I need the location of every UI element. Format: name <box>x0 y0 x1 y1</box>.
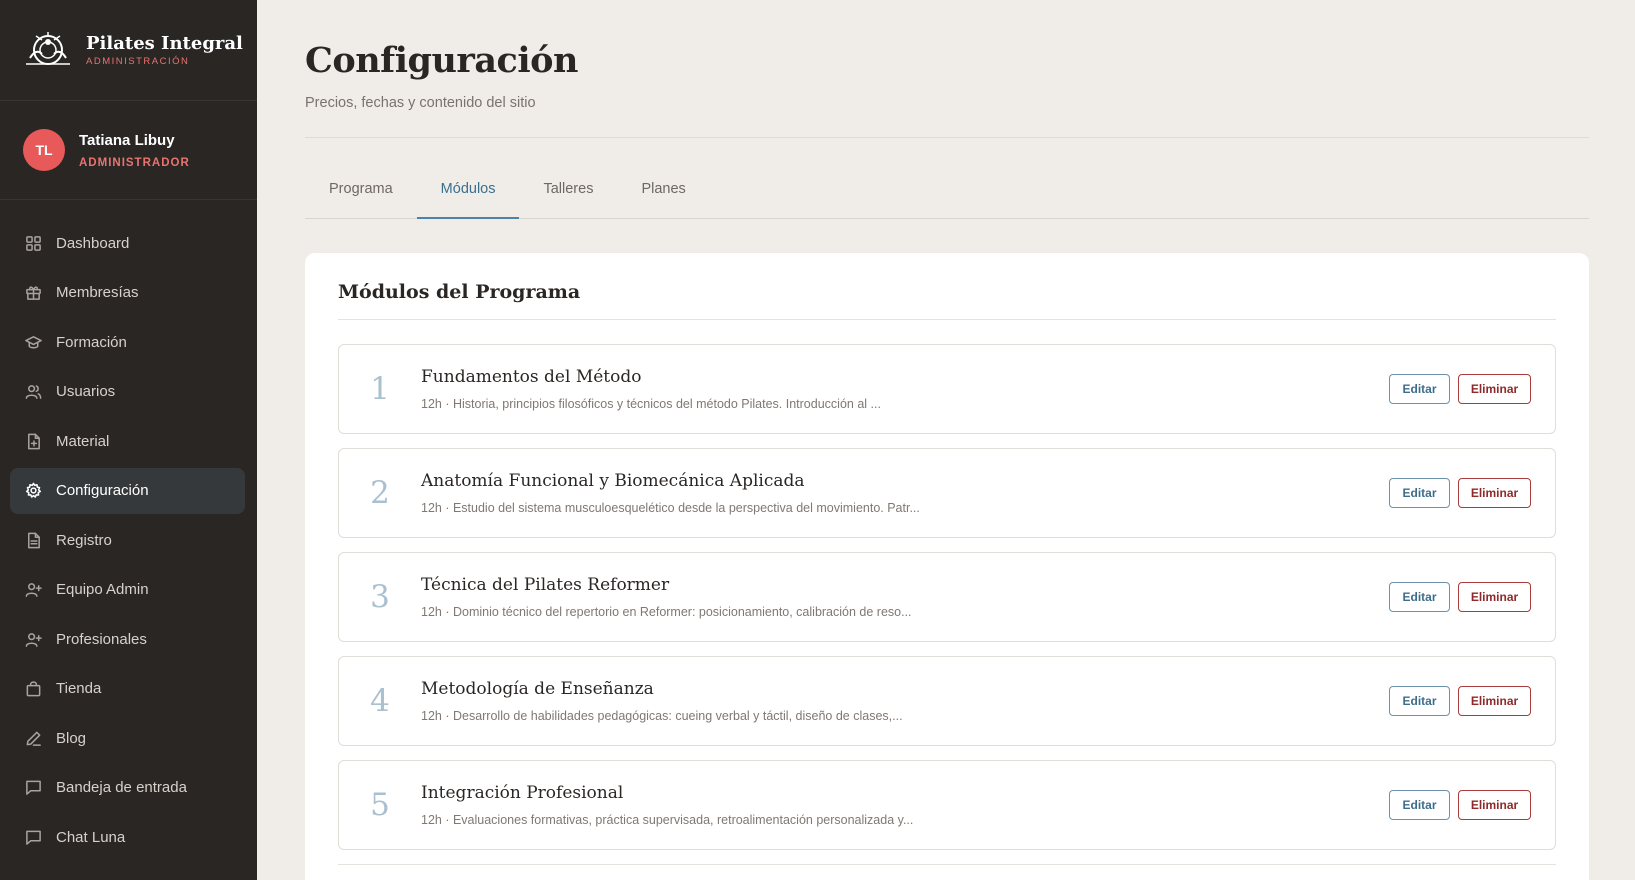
module-title: Fundamentos del Método <box>421 367 642 387</box>
edit-button[interactable]: Editar <box>1389 686 1450 716</box>
sidebar-item-label: Dashboard <box>56 234 130 252</box>
dashboard-icon <box>24 234 42 252</box>
gift-icon <box>24 284 42 302</box>
delete-button[interactable]: Eliminar <box>1458 582 1531 612</box>
list-item: 3 Técnica del Pilates Reformer 12h · Dom… <box>338 552 1556 642</box>
sidebar-item-label: Equipo Admin <box>56 581 149 598</box>
module-description: 12h · Estudio del sistema musculoesquelé… <box>421 501 920 515</box>
tab-talleres[interactable]: Talleres <box>519 175 617 219</box>
users-icon <box>24 383 42 401</box>
module-title: Integración Profesional <box>421 783 624 803</box>
module-title: Anatomía Funcional y Biomecánica Aplicad… <box>421 471 805 491</box>
pencil-icon <box>24 729 42 747</box>
sidebar-item-chat-luna[interactable]: Chat Luna <box>10 814 245 860</box>
avatar: TL <box>23 129 65 171</box>
document-icon <box>24 531 42 549</box>
sidebar-item-label: Registro <box>56 531 112 549</box>
main-content: Configuración Precios, fechas y contenid… <box>305 0 1589 880</box>
sidebar-item-label: Usuarios <box>56 383 116 400</box>
sidebar-nav: Dashboard Membresías Formación Usuarios … <box>0 200 257 860</box>
sidebar-item-usuarios[interactable]: Usuarios <box>10 369 245 415</box>
logo-icon <box>26 32 70 65</box>
module-description: 12h · Desarrollo de habilidades pedagógi… <box>421 709 903 723</box>
brand: Pilates Integral ADMINISTRACIÓN <box>0 0 257 101</box>
list-item: 2 Anatomía Funcional y Biomecánica Aplic… <box>338 448 1556 538</box>
module-number: 5 <box>370 787 390 823</box>
edit-button[interactable]: Editar <box>1389 478 1450 508</box>
user-plus-icon <box>24 581 42 599</box>
edit-button[interactable]: Editar <box>1389 790 1450 820</box>
sidebar-item-bandeja-de-entrada[interactable]: Bandeja de entrada <box>10 765 245 811</box>
module-description: 12h · Historia, principios filosóficos y… <box>421 397 881 411</box>
sidebar-item-label: Configuración <box>56 482 149 499</box>
message-icon <box>24 779 42 797</box>
tab-programa[interactable]: Programa <box>305 175 417 219</box>
module-title: Técnica del Pilates Reformer <box>421 575 670 595</box>
sidebar-item-label: Membresías <box>56 284 139 301</box>
brand-subtitle: ADMINISTRACIÓN <box>86 55 190 67</box>
sidebar-item-formacion[interactable]: Formación <box>10 319 245 365</box>
gear-icon <box>24 482 42 500</box>
tab-modulos[interactable]: Módulos <box>416 175 520 219</box>
sidebar-item-label: Profesionales <box>56 630 147 648</box>
sidebar-item-membresias[interactable]: Membresías <box>10 270 245 316</box>
modules-card: Módulos del Programa 1 Fundamentos del M… <box>305 253 1589 880</box>
sidebar-item-label: Tienda <box>56 680 102 697</box>
divider <box>338 864 1556 865</box>
card-title: Módulos del Programa <box>338 281 1556 320</box>
page-subtitle: Precios, fechas y contenido del sitio <box>305 95 536 111</box>
sidebar-item-blog[interactable]: Blog <box>10 715 245 761</box>
edit-button[interactable]: Editar <box>1389 582 1450 612</box>
module-title: Metodología de Enseñanza <box>421 679 654 699</box>
module-number: 4 <box>370 683 390 719</box>
user-plus-icon <box>24 630 42 648</box>
delete-button[interactable]: Eliminar <box>1458 374 1531 404</box>
module-number: 1 <box>370 371 390 407</box>
file-plus-icon <box>24 432 42 450</box>
module-number: 2 <box>370 475 390 511</box>
shopping-bag-icon <box>24 680 42 698</box>
message-icon <box>24 828 42 846</box>
sidebar-item-label: Bandeja de entrada <box>56 779 187 796</box>
user-name: Tatiana Libuy <box>79 131 175 149</box>
sidebar-item-label: Formación <box>56 333 127 351</box>
sidebar-item-tienda[interactable]: Tienda <box>10 666 245 712</box>
brand-name: Pilates Integral <box>86 32 243 54</box>
sidebar-item-registro[interactable]: Registro <box>10 517 245 563</box>
sidebar-item-configuracion[interactable]: Configuración <box>10 467 245 514</box>
header-divider <box>305 137 1589 138</box>
delete-button[interactable]: Eliminar <box>1458 478 1531 508</box>
list-item: 1 Fundamentos del Método 12h · Historia,… <box>338 344 1556 434</box>
sidebar-item-material[interactable]: Material <box>10 418 245 464</box>
delete-button[interactable]: Eliminar <box>1458 790 1531 820</box>
module-description: 12h · Dominio técnico del repertorio en … <box>421 605 912 619</box>
module-description: 12h · Evaluaciones formativas, práctica … <box>421 813 914 827</box>
tabs: Programa Módulos Talleres Planes <box>305 175 1589 219</box>
sidebar: Pilates Integral ADMINISTRACIÓN TL Tatia… <box>0 0 257 880</box>
graduation-cap-icon <box>24 333 42 351</box>
sidebar-item-label: Chat Luna <box>56 828 126 846</box>
list-item: 4 Metodología de Enseñanza 12h · Desarro… <box>338 656 1556 746</box>
module-number: 3 <box>370 579 390 615</box>
sidebar-item-equipo-admin[interactable]: Equipo Admin <box>10 567 245 613</box>
delete-button[interactable]: Eliminar <box>1458 686 1531 716</box>
user-role: ADMINISTRADOR <box>79 156 190 169</box>
sidebar-item-profesionales[interactable]: Profesionales <box>10 616 245 662</box>
sidebar-item-dashboard[interactable]: Dashboard <box>10 220 245 266</box>
edit-button[interactable]: Editar <box>1389 374 1450 404</box>
module-list: 1 Fundamentos del Método 12h · Historia,… <box>338 344 1556 850</box>
list-item: 5 Integración Profesional 12h · Evaluaci… <box>338 760 1556 850</box>
sidebar-item-label: Material <box>56 432 110 450</box>
tab-planes[interactable]: Planes <box>617 175 709 219</box>
user-profile[interactable]: TL Tatiana Libuy ADMINISTRADOR <box>0 101 257 200</box>
sidebar-item-label: Blog <box>56 729 87 747</box>
page-title: Configuración <box>305 40 578 81</box>
